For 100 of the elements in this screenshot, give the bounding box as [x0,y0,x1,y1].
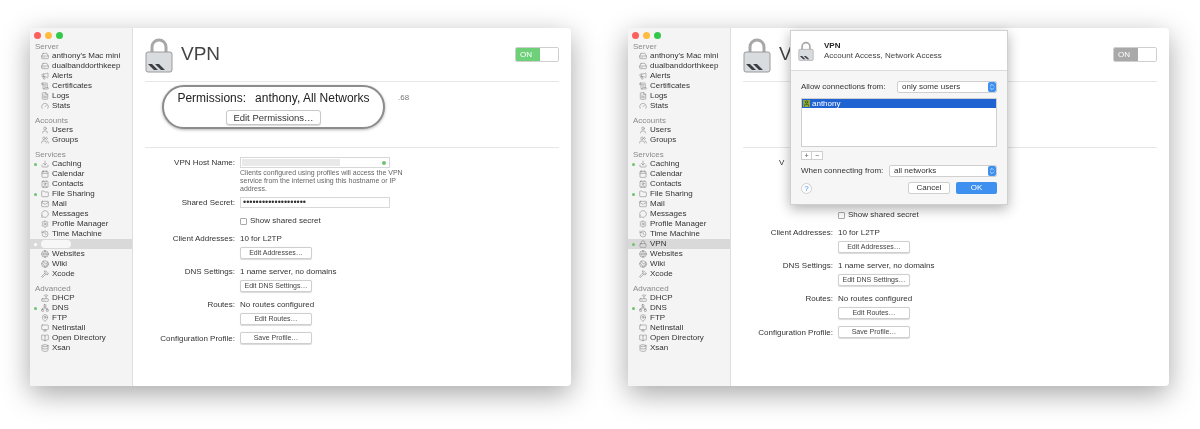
users-icon [639,136,647,144]
sidebar-item[interactable]: Xcode [30,269,132,279]
sidebar-item[interactable]: Websites [30,249,132,259]
sidebar-item[interactable]: Time Machine [30,229,132,239]
sidebar-item[interactable]: Logs [628,91,730,101]
sidebar-item[interactable]: File Sharing [30,189,132,199]
sidebar-item[interactable]: VPN [628,239,730,249]
sidebar-item[interactable]: Users [30,125,132,135]
sidebar-item[interactable]: Caching [30,159,132,169]
item-label: VPN [650,239,667,249]
sidebar-item[interactable]: Stats [628,101,730,111]
close-button[interactable] [632,32,639,39]
field-label: Routes: [207,300,235,309]
sidebar-item[interactable]: Open Directory [628,333,730,343]
sidebar-item[interactable]: dualbanddorthkeep [628,61,730,71]
item-label: Messages [52,209,89,219]
item-label: NetInstall [52,323,86,333]
checkbox[interactable] [240,217,247,225]
item-label: Websites [52,249,85,259]
section-header: Services [633,150,664,159]
secret-field[interactable]: •••••••••••••••••••• [240,197,390,208]
sidebar-item[interactable]: Xsan [30,343,132,353]
item-label: Open Directory [650,333,704,343]
close-button[interactable] [34,32,41,39]
sidebar-item[interactable]: Profile Manager [30,219,132,229]
sidebar-item[interactable]: DNS [30,303,132,313]
zoom-button[interactable] [654,32,661,39]
sidebar-item[interactable]: Mail [30,199,132,209]
item-label: FTP [52,313,68,323]
minimize-button[interactable] [643,32,650,39]
list-row[interactable]: anthony [802,99,996,108]
router-icon [41,294,49,302]
partial-text: .68 [398,93,410,103]
sidebar-item[interactable]: Profile Manager [628,219,730,229]
sidebar-item[interactable]: Logs [30,91,132,101]
sidebar-item[interactable]: DNS [628,303,730,313]
checkbox[interactable] [838,211,845,219]
item-label: DHCP [52,293,75,303]
sidebar-item[interactable]: Contacts [30,179,132,189]
stepper-icon [988,82,996,92]
folder-icon [639,190,647,198]
sidebar-item[interactable]: anthony's Mac mini [628,51,730,61]
sidebar-item[interactable]: Xcode [628,269,730,279]
sidebar-item[interactable]: Time Machine [628,229,730,239]
minimize-button[interactable] [45,32,52,39]
sidebar-item[interactable]: Alerts [30,71,132,81]
item-label: Xcode [650,269,673,279]
sidebar-item[interactable]: Mail [628,199,730,209]
megaphone-icon [639,72,647,80]
contact-card-icon [639,180,647,188]
drive-icon [41,52,49,60]
sidebar-item[interactable]: Messages [30,209,132,219]
sidebar-item[interactable]: Caching [628,159,730,169]
sidebar-item[interactable]: NetInstall [628,323,730,333]
field-label: VPN Host Name: [174,158,235,167]
sidebar-item[interactable]: Open Directory [30,333,132,343]
sidebar-item[interactable]: dualbanddorthkeep [30,61,132,71]
permissions-value: anthony, All Networks [255,90,370,107]
sidebar-item[interactable]: Contacts [628,179,730,189]
padlock-icon [798,40,814,61]
sidebar-item[interactable]: Certificates [628,81,730,91]
sidebar-item[interactable]: Alerts [628,71,730,81]
sidebar-item[interactable]: Users [628,125,730,135]
padlock-icon [743,36,771,73]
sidebar-item[interactable]: File Sharing [628,189,730,199]
cancel-button[interactable]: Cancel [908,182,950,194]
sidebar-item[interactable]: Groups [30,135,132,145]
hostname-field[interactable] [240,157,390,168]
sidebar-item[interactable]: DHCP [30,293,132,303]
sidebar-item[interactable]: Certificates [30,81,132,91]
sidebar-item[interactable] [30,239,132,249]
sidebar-item[interactable]: FTP [628,313,730,323]
sidebar-item[interactable]: Messages [628,209,730,219]
dropdown[interactable]: all networks [889,165,997,177]
sidebar-item[interactable]: Xsan [628,343,730,353]
lock-icon [639,240,647,248]
sidebar-item[interactable]: NetInstall [30,323,132,333]
item-label: Profile Manager [52,219,109,229]
sidebar-item[interactable]: Groups [628,135,730,145]
item-label: Wiki [650,259,666,269]
sidebar-item[interactable]: anthony's Mac mini [30,51,132,61]
sidebar-item[interactable]: Wiki [628,259,730,269]
sidebar-item[interactable]: DHCP [628,293,730,303]
sidebar-item[interactable]: Websites [628,249,730,259]
section-header: Server [35,42,59,51]
field-value: 1 name server, no domains [838,260,935,271]
help-button[interactable]: ? [801,182,812,194]
sidebar-item[interactable]: FTP [30,313,132,323]
network-icon [639,304,647,312]
settings-icon [41,220,49,228]
sidebar-item[interactable]: Calendar [30,169,132,179]
edit-permissions-button[interactable]: Edit Permissions… [226,110,321,125]
zoom-button[interactable] [56,32,63,39]
field-label: Client Addresses: [770,228,833,237]
item-label: Xsan [650,343,669,353]
sidebar-item[interactable]: Wiki [30,259,132,269]
dropdown[interactable]: only some users [897,81,997,93]
sidebar-item[interactable]: Calendar [628,169,730,179]
item-label: dualbanddorthkeep [650,61,719,71]
sidebar-item[interactable]: Stats [30,101,132,111]
